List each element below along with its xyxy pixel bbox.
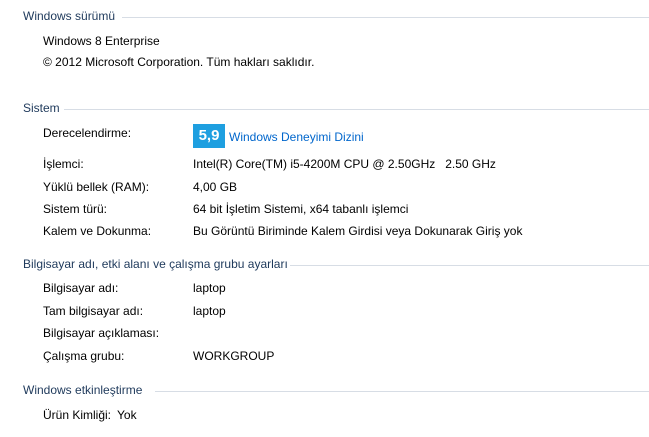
copyright-text: © 2012 Microsoft Corporation. Tüm haklar… — [43, 55, 315, 69]
workgroup-value: WORKGROUP — [193, 349, 275, 363]
computer-name-divider — [290, 265, 649, 266]
windows-edition-heading: Windows sürümü — [23, 9, 116, 23]
computer-name-label: Bilgisayar adı: — [43, 281, 119, 295]
ram-label: Yüklü bellek (RAM): — [43, 180, 150, 194]
system-divider — [64, 109, 649, 110]
system-type-value: 64 bit İşletim Sistemi, x64 tabanlı işle… — [193, 202, 409, 216]
pen-touch-value: Bu Görüntü Biriminde Kalem Girdisi veya … — [193, 224, 523, 238]
rating-score-badge[interactable]: 5,9 — [193, 124, 225, 148]
activation-divider — [155, 391, 649, 392]
windows-edition-divider — [122, 17, 649, 18]
ram-value: 4,00 GB — [193, 180, 238, 194]
processor-value: Intel(R) Core(TM) i5-4200M CPU @ 2.50GHz… — [193, 157, 496, 171]
workgroup-label: Çalışma grubu: — [43, 349, 125, 363]
computer-name-heading: Bilgisayar adı, etki alanı ve çalışma gr… — [23, 257, 288, 271]
computer-description-label: Bilgisayar açıklaması: — [43, 326, 160, 340]
full-computer-name-value: laptop — [193, 304, 226, 318]
system-heading: Sistem — [23, 101, 60, 115]
computer-name-value: laptop — [193, 281, 226, 295]
product-id-value: Yok — [117, 408, 137, 422]
full-computer-name-label: Tam bilgisayar adı: — [43, 304, 144, 318]
activation-heading: Windows etkinleştirme — [23, 383, 143, 397]
product-id-label: Ürün Kimliği: — [43, 408, 112, 422]
experience-index-link[interactable]: Windows Deneyimi Dizini — [229, 130, 364, 145]
system-type-label: Sistem türü: — [43, 202, 108, 216]
windows-edition-value: Windows 8 Enterprise — [43, 34, 160, 48]
rating-label: Derecelendirme: — [43, 126, 132, 140]
pen-touch-label: Kalem ve Dokunma: — [43, 224, 152, 238]
processor-label: İşlemci: — [43, 157, 84, 171]
